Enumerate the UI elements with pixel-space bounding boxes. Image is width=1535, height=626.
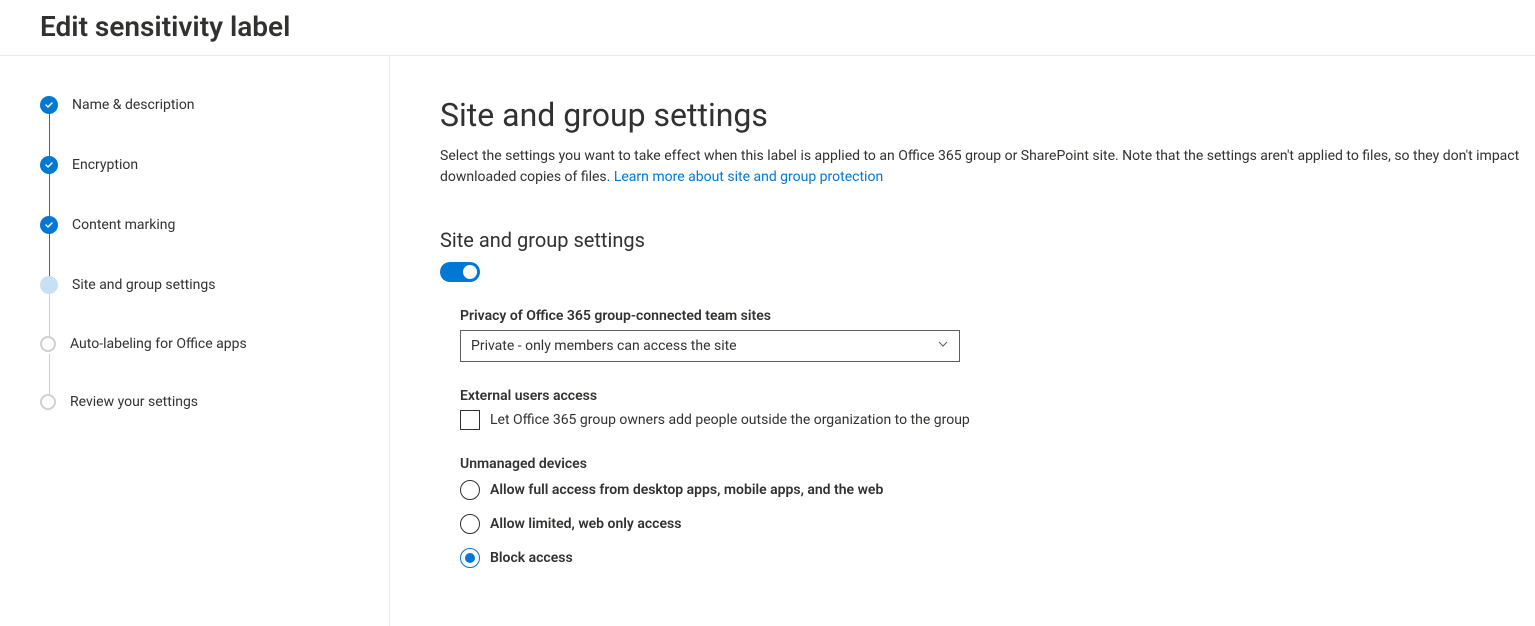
privacy-label: Privacy of Office 365 group-connected te… [460, 308, 1535, 324]
unmanaged-devices-field: Unmanaged devices Allow full access from… [460, 456, 1535, 568]
main-panel: Site and group settings Select the setti… [390, 56, 1535, 626]
radio-label: Allow full access from desktop apps, mob… [490, 482, 883, 498]
wizard-steps-sidebar: Name & description Encryption Content mark… [0, 56, 390, 626]
wizard-step[interactable]: Content marking [40, 216, 359, 276]
step-circle-icon [40, 276, 58, 294]
site-group-settings-toggle[interactable] [440, 262, 480, 282]
step-circle-icon [40, 336, 56, 352]
privacy-select-value: Private - only members can access the si… [471, 338, 737, 354]
privacy-select[interactable]: Private - only members can access the si… [460, 330, 960, 362]
wizard-step[interactable]: Auto-labeling for Office apps [40, 336, 359, 394]
checkmark-icon [40, 156, 58, 174]
section-heading: Site and group settings [440, 228, 1535, 252]
toggle-knob [463, 265, 477, 279]
radio-button[interactable] [460, 480, 480, 500]
checkmark-icon [40, 96, 58, 114]
learn-more-link[interactable]: Learn more about site and group protecti… [614, 169, 883, 185]
radio-button[interactable] [460, 514, 480, 534]
wizard-step[interactable]: Name & description [40, 96, 359, 156]
unmanaged-devices-option[interactable]: Allow limited, web only access [460, 514, 1535, 534]
unmanaged-devices-option[interactable]: Block access [460, 548, 1535, 568]
radio-button[interactable] [460, 548, 480, 568]
main-description: Select the settings you want to take eff… [440, 146, 1535, 188]
wizard-step[interactable]: Review your settings [40, 394, 359, 410]
checkmark-icon [40, 216, 58, 234]
step-label: Review your settings [70, 394, 198, 410]
wizard-step[interactable]: Encryption [40, 156, 359, 216]
external-users-label: External users access [460, 388, 1535, 404]
step-connector [49, 234, 50, 276]
step-label: Content marking [72, 217, 175, 233]
privacy-field: Privacy of Office 365 group-connected te… [460, 308, 1535, 362]
radio-label: Block access [490, 550, 573, 566]
external-users-field: External users access Let Office 365 gro… [460, 388, 1535, 430]
radio-dot-icon [465, 553, 475, 563]
main-heading: Site and group settings [440, 96, 1535, 134]
step-connector [49, 354, 50, 394]
step-connector [49, 114, 50, 156]
radio-label: Allow limited, web only access [490, 516, 681, 532]
wizard-step[interactable]: Site and group settings [40, 276, 359, 336]
external-users-checkbox-label: Let Office 365 group owners add people o… [490, 412, 970, 428]
main-description-text: Select the settings you want to take eff… [440, 148, 1519, 185]
chevron-down-icon [937, 338, 949, 354]
step-label: Encryption [72, 157, 138, 173]
step-connector [49, 294, 50, 336]
step-connector [49, 174, 50, 216]
page-title: Edit sensitivity label [0, 0, 1535, 56]
unmanaged-devices-option[interactable]: Allow full access from desktop apps, mob… [460, 480, 1535, 500]
step-label: Site and group settings [72, 277, 215, 293]
step-circle-icon [40, 394, 56, 410]
unmanaged-devices-label: Unmanaged devices [460, 456, 1535, 472]
external-users-checkbox[interactable] [460, 410, 480, 430]
step-label: Auto-labeling for Office apps [70, 336, 247, 352]
step-label: Name & description [72, 97, 195, 113]
